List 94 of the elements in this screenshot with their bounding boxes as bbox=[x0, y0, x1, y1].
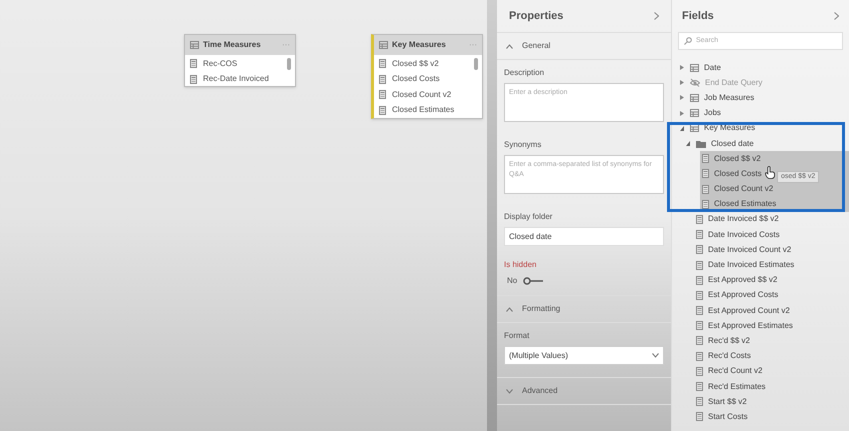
calculator-icon bbox=[696, 214, 703, 224]
calculator-icon bbox=[696, 336, 703, 346]
scrollbar-thumb[interactable] bbox=[287, 58, 291, 70]
field-list-item[interactable]: Job Measures bbox=[688, 90, 849, 106]
dropdown[interactable]: (Multiple Values) bbox=[504, 346, 664, 365]
expanded-caret-icon[interactable] bbox=[680, 126, 684, 131]
chevron-down-icon[interactable] bbox=[506, 388, 513, 394]
search-icon bbox=[684, 37, 692, 45]
table-icon bbox=[690, 94, 699, 102]
calculator-icon bbox=[696, 397, 703, 406]
field-list-item[interactable]: Start $$ v2 bbox=[694, 394, 849, 410]
table-card[interactable]: Time Measures ··· Rec-COS Rec-Date Invoiced bbox=[184, 34, 296, 87]
collapsed-caret-icon[interactable] bbox=[680, 80, 684, 86]
toggle-switch[interactable] bbox=[523, 277, 544, 285]
field-list-item[interactable]: Date bbox=[688, 60, 849, 76]
table-title: Key Measures bbox=[392, 39, 447, 51]
field-list-item[interactable]: Key Measures bbox=[688, 120, 849, 136]
expanded-caret-icon[interactable] bbox=[686, 141, 690, 146]
table-icon bbox=[690, 124, 699, 132]
calculator-icon bbox=[379, 106, 386, 115]
calculator-icon bbox=[696, 230, 703, 240]
table-field[interactable]: Rec-Date Invoiced bbox=[203, 73, 269, 86]
calculator-icon bbox=[696, 352, 703, 361]
calculator-icon bbox=[696, 276, 703, 285]
collapsed-caret-icon[interactable] bbox=[680, 65, 684, 70]
field-label: Format bbox=[504, 330, 530, 342]
calculator-icon bbox=[702, 184, 709, 194]
table-icon bbox=[190, 41, 199, 49]
table-field[interactable]: Rec-COS bbox=[203, 58, 238, 70]
field-label: Display folder bbox=[504, 211, 554, 223]
section-header[interactable]: Formatting bbox=[522, 303, 560, 315]
section-header[interactable]: General bbox=[522, 40, 550, 52]
field-list-item[interactable]: Closed Count v2 bbox=[700, 182, 849, 197]
calculator-icon bbox=[702, 154, 709, 164]
field-list-item[interactable]: Date Invoiced $$ v2 bbox=[694, 212, 849, 228]
field-list-item[interactable]: Closed $$ v2 bbox=[700, 151, 849, 166]
field-list-item[interactable]: Est Approved Costs bbox=[694, 288, 849, 303]
chevron-right-icon[interactable] bbox=[834, 12, 839, 20]
field-list-item[interactable]: Date Invoiced Count v2 bbox=[694, 242, 849, 258]
folder-icon bbox=[696, 140, 706, 148]
chevron-down-icon[interactable] bbox=[652, 353, 659, 358]
calculator-icon bbox=[696, 306, 703, 316]
calculator-icon bbox=[696, 245, 703, 254]
calculator-icon bbox=[696, 290, 703, 300]
chevron-up-icon[interactable] bbox=[506, 44, 513, 48]
input-field[interactable]: Closed date bbox=[504, 227, 664, 246]
field-list-item[interactable]: Closed date bbox=[694, 136, 849, 152]
chevron-right-icon[interactable] bbox=[654, 12, 659, 20]
table-icon bbox=[690, 109, 699, 118]
table-title: Time Measures bbox=[203, 39, 262, 51]
field-list-item[interactable]: Est Approved $$ v2 bbox=[694, 272, 849, 288]
field-list-item[interactable]: Est Approved Count v2 bbox=[694, 303, 849, 318]
collapsed-caret-icon[interactable] bbox=[680, 110, 684, 116]
field-label: Synonyms bbox=[504, 139, 542, 151]
calculator-icon bbox=[696, 366, 703, 376]
field-list-item[interactable]: Rec'd $$ v2 bbox=[694, 333, 849, 349]
scrollbar-thumb[interactable] bbox=[474, 58, 478, 70]
table-field[interactable]: Closed $$ v2 bbox=[392, 58, 439, 70]
table-field[interactable]: Closed Estimates bbox=[392, 104, 454, 116]
field-list-item[interactable]: Rec'd Count v2 bbox=[694, 364, 849, 379]
calculator-icon bbox=[696, 382, 703, 392]
field-list-item[interactable]: Date Invoiced Costs bbox=[694, 227, 849, 242]
calculator-icon bbox=[696, 412, 703, 422]
calculator-icon bbox=[379, 59, 386, 68]
pane-splitter[interactable] bbox=[487, 0, 497, 431]
calculator-icon bbox=[696, 260, 703, 270]
calculator-icon bbox=[702, 200, 709, 209]
hidden-eye-icon bbox=[690, 78, 700, 88]
calculator-icon bbox=[379, 74, 386, 84]
field-label: Is hidden bbox=[504, 259, 538, 271]
calculator-icon bbox=[190, 59, 197, 68]
field-list-item[interactable]: Rec'd Estimates bbox=[694, 378, 849, 394]
section-header[interactable]: Advanced bbox=[522, 385, 558, 397]
field-list-item[interactable]: Date Invoiced Estimates bbox=[694, 257, 849, 273]
toggle-value: No bbox=[507, 275, 518, 287]
calculator-icon bbox=[702, 169, 709, 178]
field-list-item[interactable]: Est Approved Estimates bbox=[694, 318, 849, 334]
calculator-icon bbox=[696, 321, 703, 330]
table-field[interactable]: Closed Costs bbox=[392, 73, 440, 86]
collapsed-caret-icon[interactable] bbox=[680, 95, 684, 100]
pane-title: Fields bbox=[682, 8, 714, 24]
field-list-item[interactable]: Start Costs bbox=[694, 409, 849, 424]
field-list-item[interactable]: Jobs bbox=[688, 106, 849, 121]
pane-title: Properties bbox=[509, 8, 564, 24]
table-card[interactable]: Key Measures ··· Closed $$ v2 Closed Costs Closed Count v2 Closed Estimates bbox=[371, 34, 483, 119]
hand-cursor-icon bbox=[765, 166, 775, 179]
field-label: Description bbox=[504, 67, 546, 79]
field-list-item[interactable]: Rec'd Costs bbox=[694, 348, 849, 364]
table-icon bbox=[379, 41, 388, 49]
table-field[interactable]: Closed Count v2 bbox=[392, 88, 452, 101]
table-icon bbox=[690, 64, 699, 72]
calculator-icon bbox=[190, 74, 197, 84]
chevron-up-icon[interactable] bbox=[506, 306, 513, 312]
calculator-icon bbox=[379, 90, 386, 100]
